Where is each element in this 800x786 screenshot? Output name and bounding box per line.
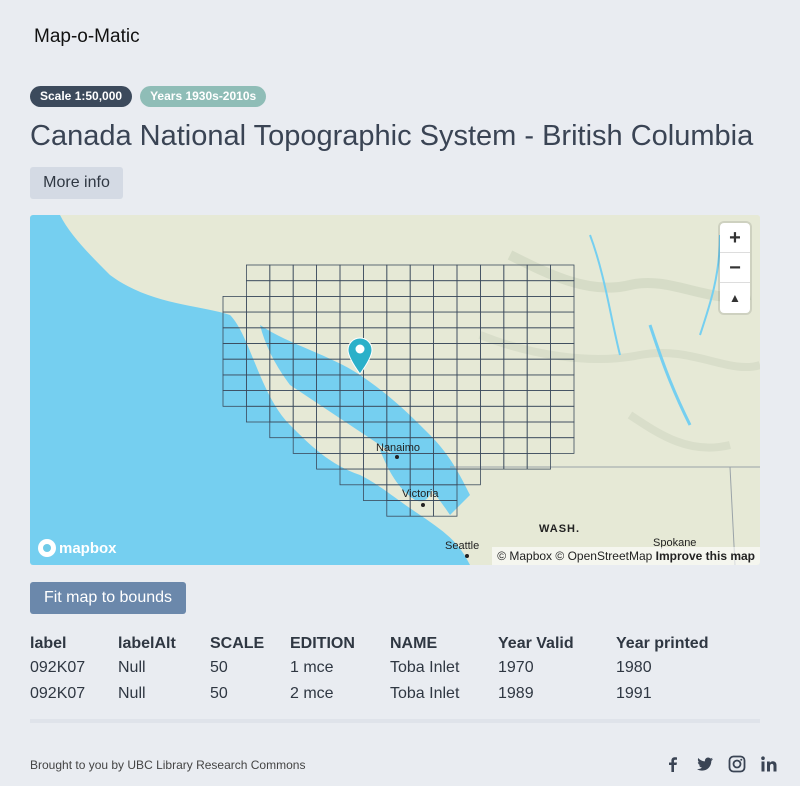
osm-attribution-link[interactable]: © OpenStreetMap	[555, 549, 652, 563]
map-navigation-control: + − ▲	[720, 223, 750, 313]
section-divider	[30, 719, 760, 723]
table-cell: 2 mce	[290, 685, 334, 702]
mapbox-logo[interactable]: mapbox	[38, 539, 117, 557]
mapbox-attribution-link[interactable]: © Mapbox	[497, 549, 552, 563]
column-header: SCALE	[210, 634, 265, 652]
table-cell: Null	[118, 685, 146, 702]
table-header-row: label labelAlt SCALE EDITION NAME Year V…	[30, 632, 736, 655]
page-title: Canada National Topographic System - Bri…	[30, 120, 754, 152]
map-attribution: © Mapbox © OpenStreetMap Improve this ma…	[492, 547, 760, 565]
table-row: 092K07 Null 50 1 mce Toba Inlet 1970 198…	[30, 655, 736, 681]
table-cell: 1980	[616, 659, 652, 676]
instagram-icon[interactable]	[728, 755, 746, 773]
twitter-icon[interactable]	[696, 755, 714, 773]
column-header: label	[30, 634, 67, 652]
scale-badge: Scale 1:50,000	[30, 86, 133, 107]
improve-map-link[interactable]: Improve this map	[656, 549, 755, 563]
map-canvas[interactable]	[30, 215, 760, 565]
column-header: Year Valid	[498, 634, 574, 652]
table-cell: 1991	[616, 685, 652, 702]
table-cell: 1 mce	[290, 659, 334, 676]
linkedin-icon[interactable]	[760, 755, 778, 773]
column-header: labelAlt	[118, 634, 176, 652]
map-view[interactable]: Nanaimo Victoria Seattle WASH. Spokane +…	[30, 215, 760, 565]
column-header: NAME	[390, 634, 438, 652]
table-cell: Toba Inlet	[390, 685, 460, 702]
years-badge: Years 1930s-2010s	[140, 86, 267, 107]
place-label-nanaimo: Nanaimo	[376, 442, 421, 454]
place-label-victoria: Victoria	[402, 488, 439, 500]
table-cell: Null	[118, 659, 146, 676]
table-cell: 50	[210, 659, 228, 676]
zoom-out-button[interactable]: −	[720, 253, 750, 283]
fit-map-to-bounds-button[interactable]: Fit map to bounds	[30, 582, 186, 614]
place-label-seattle: Seattle	[445, 540, 480, 552]
map-sheet-table: label labelAlt SCALE EDITION NAME Year V…	[30, 632, 736, 707]
column-header: EDITION	[290, 634, 355, 652]
zoom-in-button[interactable]: +	[720, 223, 750, 253]
badge-group: Scale 1:50,000 Years 1930s-2010s	[30, 86, 267, 107]
table-cell: 1970	[498, 659, 534, 676]
brand-title[interactable]: Map-o-Matic	[34, 26, 140, 48]
table-cell: 092K07	[30, 685, 86, 702]
mapbox-logo-icon	[38, 539, 56, 557]
table-row: 092K07 Null 50 2 mce Toba Inlet 1989 199…	[30, 681, 736, 707]
column-header: Year printed	[616, 634, 709, 652]
footer-credit: Brought to you by UBC Library Research C…	[30, 758, 306, 772]
more-info-button[interactable]: More info	[30, 167, 123, 199]
table-cell: 092K07	[30, 659, 86, 676]
social-links	[664, 755, 778, 773]
table-cell: Toba Inlet	[390, 659, 460, 676]
table-cell: 1989	[498, 685, 534, 702]
place-label-wash: WASH.	[539, 523, 581, 535]
compass-reset-button[interactable]: ▲	[720, 283, 750, 313]
mapbox-logo-text: mapbox	[59, 539, 117, 557]
facebook-icon[interactable]	[664, 755, 682, 773]
table-cell: 50	[210, 685, 228, 702]
